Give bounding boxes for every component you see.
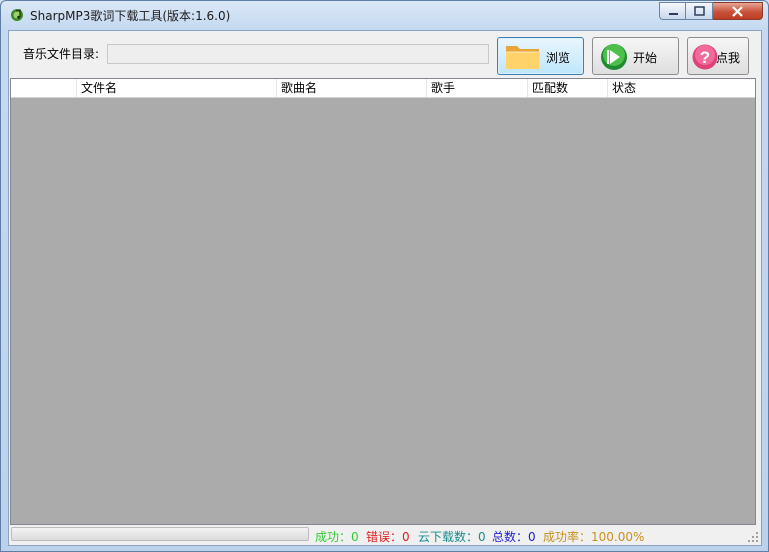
minimize-button[interactable] xyxy=(659,2,686,20)
close-icon xyxy=(732,6,743,17)
browse-button[interactable]: 浏览 xyxy=(497,37,584,75)
error-count: 错误：0 xyxy=(366,530,410,544)
resize-grip-icon[interactable] xyxy=(748,532,759,543)
browse-label: 浏览 xyxy=(546,51,571,65)
music-note-icon xyxy=(11,9,23,21)
start-button[interactable]: 开始 xyxy=(592,37,679,75)
window-title: SharpMP3歌词下载工具(版本:1.6.0) xyxy=(30,9,231,23)
column-header-artist[interactable]: 歌手 xyxy=(427,79,528,97)
column-header-filename[interactable]: 文件名 xyxy=(77,79,277,97)
close-button[interactable] xyxy=(713,2,763,20)
start-label: 开始 xyxy=(633,51,658,65)
maximize-button[interactable] xyxy=(686,2,713,20)
column-header-blank[interactable] xyxy=(11,79,77,97)
column-header-matches[interactable]: 匹配数 xyxy=(528,79,608,97)
success-count: 成功：0 xyxy=(315,530,359,544)
music-dir-label: 音乐文件目录: xyxy=(23,47,100,61)
question-icon: ? xyxy=(692,44,718,70)
total-count: 总数：0 xyxy=(492,530,536,544)
click-me-button[interactable]: ? 点我 xyxy=(687,37,749,75)
folder-icon xyxy=(506,46,540,69)
cloud-download-count: 云下载数：0 xyxy=(418,530,486,544)
list-header: 文件名 歌曲名 歌手 匹配数 状态 xyxy=(11,79,755,98)
svg-text:?: ? xyxy=(700,48,710,67)
lyrics-list[interactable]: 文件名 歌曲名 歌手 匹配数 状态 xyxy=(10,78,756,525)
title-bar[interactable]: SharpMP3歌词下载工具(版本:1.6.0) xyxy=(1,1,768,29)
music-dir-input[interactable] xyxy=(107,44,489,64)
click-me-label: 点我 xyxy=(716,51,741,65)
play-icon xyxy=(601,44,627,70)
main-window: SharpMP3歌词下载工具(版本:1.6.0) 音乐文件目录: 浏览 开始 ?… xyxy=(0,0,769,552)
success-rate: 成功率：100.00% xyxy=(543,530,645,544)
column-header-status[interactable]: 状态 xyxy=(608,79,755,97)
minimize-icon xyxy=(669,13,678,15)
status-bar: 成功：0 错误：0 云下载数：0 总数：0 成功率：100.00% xyxy=(9,525,761,545)
maximize-icon xyxy=(694,6,705,16)
client-area: 音乐文件目录: 浏览 开始 ? 点我 文件名 歌曲名 歌手 匹配数 状态 成功：… xyxy=(8,30,762,546)
progress-bar xyxy=(11,527,309,541)
column-header-song[interactable]: 歌曲名 xyxy=(277,79,427,97)
